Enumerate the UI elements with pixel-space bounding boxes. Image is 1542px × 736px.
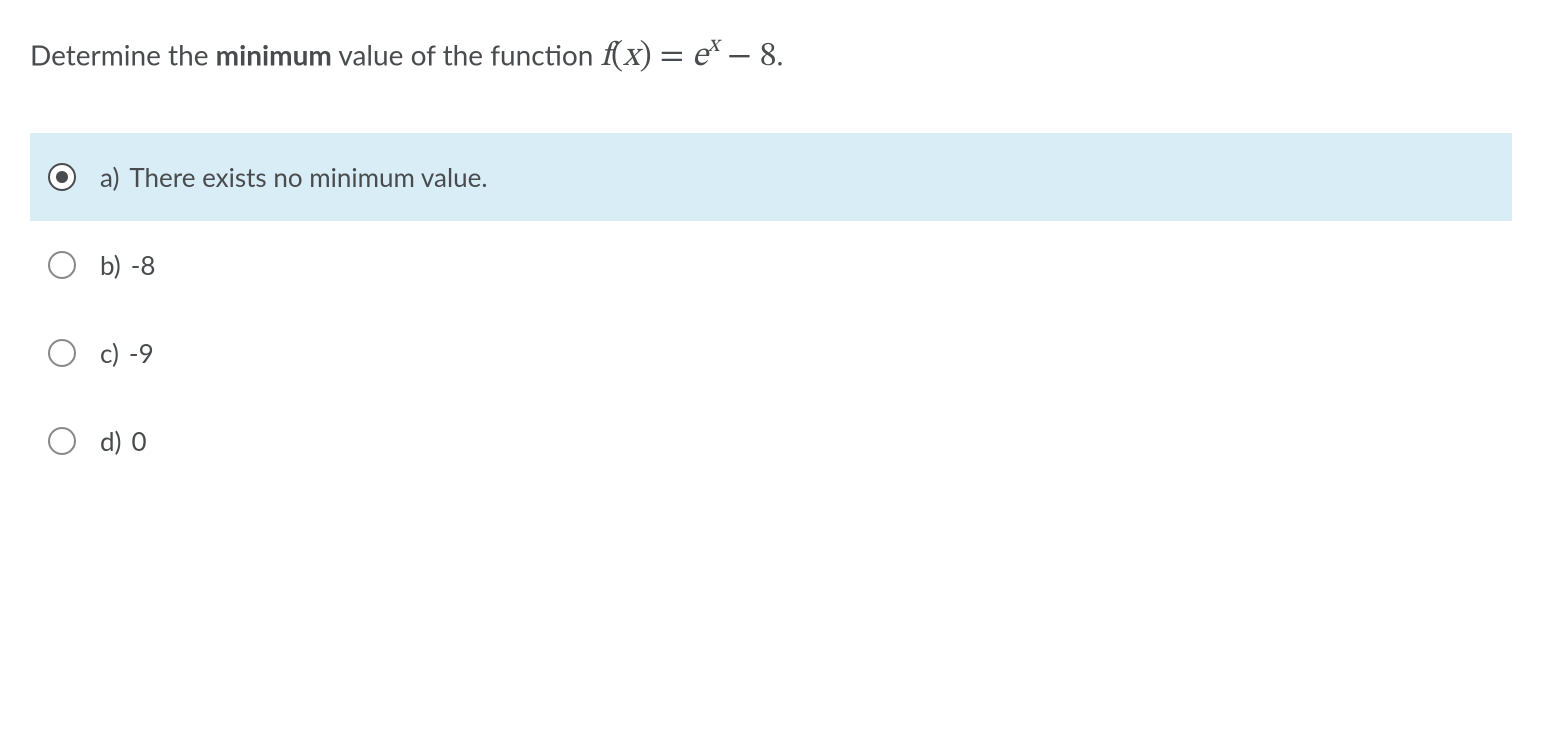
option-b[interactable]: b) -8: [30, 221, 1512, 309]
math-exp: x: [708, 33, 719, 57]
option-d[interactable]: d) 0: [30, 397, 1512, 485]
option-letter: a): [100, 161, 119, 193]
math-lparen: (: [611, 40, 623, 74]
question-prefix: Determine the: [30, 37, 216, 71]
option-c-label: c) -9: [100, 337, 154, 369]
radio-dot-icon: [56, 171, 68, 183]
option-b-label: b) -8: [100, 249, 156, 281]
math-e: e: [692, 40, 708, 74]
options-list: a) There exists no minimum value. b) -8 …: [30, 133, 1512, 485]
question-text: Determine the minimum value of the funct…: [30, 30, 1512, 83]
option-a[interactable]: a) There exists no minimum value.: [30, 133, 1512, 221]
math-const: 8: [760, 40, 777, 74]
radio-c[interactable]: [48, 339, 76, 367]
math-f: f: [601, 40, 611, 74]
option-text: There exists no minimum value.: [129, 161, 487, 193]
radio-b[interactable]: [48, 251, 76, 279]
option-letter: c): [100, 337, 119, 369]
option-letter: d): [100, 425, 122, 457]
radio-d[interactable]: [48, 427, 76, 455]
math-equals: =: [660, 40, 684, 74]
option-letter: b): [100, 249, 121, 281]
math-rparen: ): [639, 40, 651, 74]
question-emphasis: minimum: [216, 37, 332, 71]
math-x: x: [623, 40, 639, 74]
option-a-label: a) There exists no minimum value.: [100, 161, 487, 193]
option-text: -8: [131, 249, 156, 281]
math-expression: f(x)=ex−8: [601, 40, 777, 74]
question-middle: value of the function: [332, 37, 601, 71]
question-suffix: .: [777, 37, 784, 71]
option-text: -9: [129, 337, 154, 369]
option-c[interactable]: c) -9: [30, 309, 1512, 397]
option-d-label: d) 0: [100, 425, 147, 457]
radio-a[interactable]: [48, 163, 76, 191]
math-minus: −: [727, 40, 751, 74]
option-text: 0: [132, 425, 147, 457]
